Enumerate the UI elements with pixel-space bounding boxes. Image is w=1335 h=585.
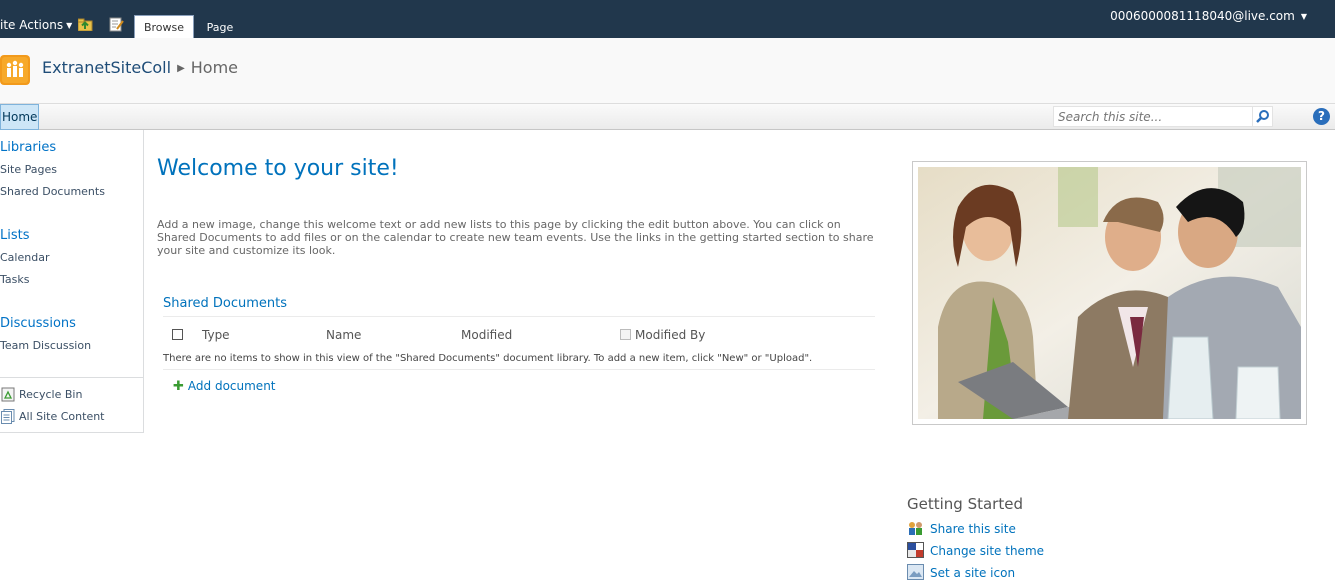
column-header-type[interactable]: Type: [202, 328, 230, 342]
edit-page-icon[interactable]: [109, 17, 124, 32]
tab-browse[interactable]: Browse: [134, 15, 194, 38]
top-navigation: Home ?: [0, 104, 1335, 130]
user-name: 0006000081118040@live.com: [1110, 9, 1295, 23]
breadcrumb-separator-icon: ▶: [177, 63, 185, 74]
magnifier-icon: [1256, 110, 1269, 123]
divider: [163, 369, 875, 370]
add-document-link[interactable]: ✚ Add document: [173, 379, 276, 394]
ql-item-team-discussion[interactable]: Team Discussion: [0, 339, 91, 352]
search-input[interactable]: [1053, 106, 1253, 127]
webpart-title-shared-documents[interactable]: Shared Documents: [163, 296, 287, 311]
tab-page[interactable]: Page: [200, 15, 240, 38]
change-site-theme-link[interactable]: Change site theme: [930, 544, 1044, 558]
help-icon[interactable]: ?: [1313, 108, 1330, 125]
ql-item-site-pages[interactable]: Site Pages: [0, 163, 57, 176]
folder-up-icon[interactable]: [78, 18, 93, 31]
people-logo-icon[interactable]: [0, 55, 30, 85]
breadcrumb: ExtranetSiteColl ▶ Home: [42, 58, 238, 77]
column-header-modified-by[interactable]: Modified By: [635, 328, 705, 342]
welcome-title: Welcome to your site!: [157, 156, 399, 181]
image-icon: [907, 564, 924, 580]
column-checkbox-icon: [620, 329, 631, 340]
ql-item-recycle-bin[interactable]: Recycle Bin: [19, 388, 82, 401]
recycle-bin-icon: [1, 387, 15, 402]
team-photo-image: [918, 167, 1301, 419]
share-this-site-link[interactable]: Share this site: [930, 522, 1016, 536]
set-site-icon-link[interactable]: Set a site icon: [930, 566, 1015, 580]
select-all-checkbox[interactable]: [172, 329, 183, 340]
column-header-name[interactable]: Name: [326, 328, 361, 342]
site-actions-menu[interactable]: ite Actions ▼: [0, 18, 72, 32]
nav-home[interactable]: Home: [0, 104, 39, 130]
chevron-down-icon: ▼: [66, 21, 73, 30]
page-title: Home: [190, 58, 239, 77]
welcome-text: Add a new image, change this welcome tex…: [157, 218, 874, 257]
empty-list-message: There are no items to show in this view …: [163, 353, 813, 364]
title-area: ExtranetSiteColl ▶ Home: [0, 38, 1335, 104]
ql-heading-libraries[interactable]: Libraries: [0, 140, 56, 155]
site-title-link[interactable]: ExtranetSiteColl: [42, 58, 171, 77]
ql-heading-discussions[interactable]: Discussions: [0, 316, 76, 331]
ql-item-calendar[interactable]: Calendar: [0, 251, 49, 264]
ql-heading-lists[interactable]: Lists: [0, 228, 30, 243]
chevron-down-icon: ▼: [1300, 12, 1307, 21]
getting-started-title: Getting Started: [907, 495, 1023, 513]
site-actions-label: ite Actions: [0, 18, 64, 32]
column-header-modified[interactable]: Modified: [461, 328, 512, 342]
ql-item-tasks[interactable]: Tasks: [0, 273, 29, 286]
plus-icon: ✚: [173, 379, 184, 394]
site-content-icon: [1, 409, 15, 424]
add-document-label: Add document: [187, 379, 276, 393]
user-menu[interactable]: 0006000081118040@live.com ▼: [1110, 9, 1307, 23]
welcome-image: [912, 161, 1307, 425]
ribbon-bar: ite Actions ▼ Browse Page 000600008111804…: [0, 0, 1335, 38]
ql-item-shared-documents[interactable]: Shared Documents: [0, 185, 105, 198]
ql-item-all-site-content[interactable]: All Site Content: [19, 410, 105, 423]
quick-launch: Libraries Site Pages Shared Documents Li…: [0, 130, 144, 433]
divider: [163, 316, 875, 317]
divider: [0, 377, 143, 378]
search-button[interactable]: [1252, 106, 1273, 127]
theme-icon: [907, 542, 924, 558]
share-site-icon: [909, 522, 922, 535]
